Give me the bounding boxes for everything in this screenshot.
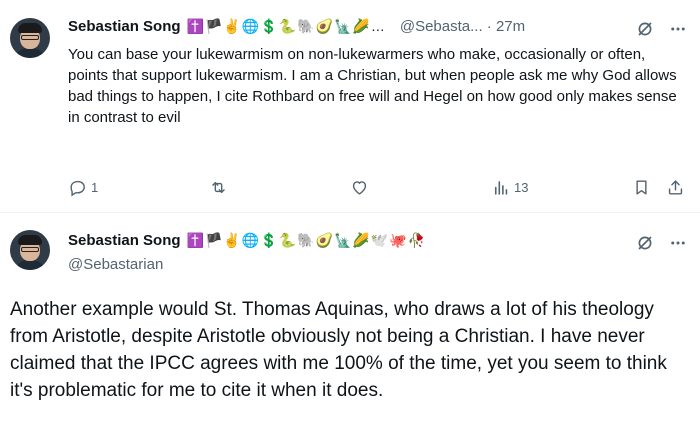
share-icon [668,180,683,195]
avatar[interactable] [10,18,50,58]
avatar[interactable] [10,230,50,270]
slash-circle-icon[interactable] [636,20,654,43]
bar-chart-icon [494,181,508,195]
tweet-actions: 1 13 [68,178,688,202]
tweet-header: Sebastian Song ✝️🏴✌️🌐💲🐍🐘🥑🗽🌽… @Sebasta...… [68,18,525,35]
tweet-text: Another example would St. Thomas Aquinas… [10,299,667,401]
reply-count: 1 [91,180,99,195]
tweet-text: You can base your lukewarmism on non-luk… [68,46,677,126]
author-emoji-badges: ✝️🏴✌️🌐💲🐍🐘🥑🗽🌽🕊️🐙🥀 [186,232,427,248]
tweet-header: Sebastian Song ✝️🏴✌️🌐💲🐍🐘🥑🗽🌽🕊️🐙🥀 [68,232,426,249]
author-name[interactable]: Sebastian Song [68,18,181,35]
slash-circle-icon[interactable] [636,234,654,257]
tweet-divider [0,212,700,213]
retweet-button[interactable] [209,178,232,197]
bookmark-icon [636,180,647,195]
author-handle-and-time[interactable]: @Sebasta... · 27m [400,18,525,35]
author-handle[interactable]: @Sebastarian [68,256,163,273]
more-dots-icon[interactable] [668,234,688,257]
retweet-icon [212,182,225,193]
heart-icon [352,181,367,195]
views-button[interactable]: 13 [491,178,528,197]
author-emoji-badges: ✝️🏴✌️🌐💲🐍🐘🥑🗽🌽… [186,18,386,34]
reply-button[interactable]: 1 [68,178,98,197]
share-button[interactable] [666,178,685,197]
more-dots-icon[interactable] [668,20,688,43]
speech-bubble-icon [70,180,85,197]
author-name[interactable]: Sebastian Song [68,232,181,249]
bookmark-button[interactable] [632,178,651,197]
view-count: 13 [514,180,529,195]
like-button[interactable] [350,178,373,197]
